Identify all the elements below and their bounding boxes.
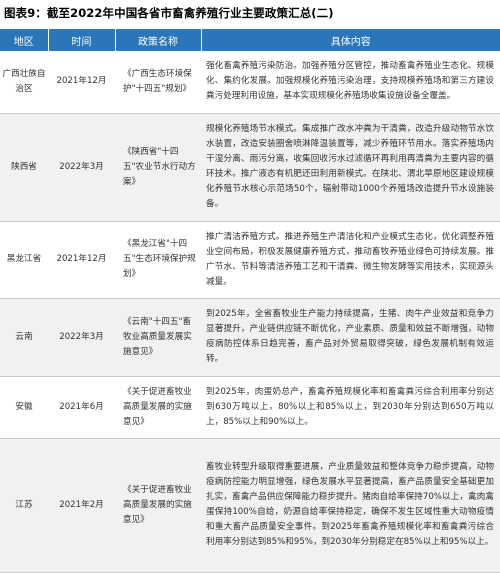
region-cell: 云南 xyxy=(0,298,48,377)
policy-cell: 《关于促进畜牧业高质量发展的实施意见》 xyxy=(115,438,201,573)
table-row: 云南 2022年3月 《云南"十四五"畜牧业高质量发展实施意见》 到2025年，… xyxy=(0,298,500,377)
policy-cell: 《陕西省"十四五"农业节水行动方案》 xyxy=(115,113,201,222)
time-cell: 2022年3月 xyxy=(48,298,115,377)
region-cell: 陕西省 xyxy=(0,113,48,222)
time-cell: 2021年12月 xyxy=(48,51,115,114)
table-row: 广西壮族自治区 2021年12月 《广西生态环境保护"十四五"规划》 强化畜禽养… xyxy=(0,51,500,114)
time-cell: 2022年3月 xyxy=(48,113,115,222)
table-header-row: 地区 时间 政策名称 具体内容 xyxy=(0,29,500,51)
policy-cell: 《云南"十四五"畜牧业高质量发展实施意见》 xyxy=(115,298,201,377)
table-row: 陕西省 2022年3月 《陕西省"十四五"农业节水行动方案》 规模化养殖场节水模… xyxy=(0,113,500,222)
region-cell: 安徽 xyxy=(0,376,48,439)
content-cell: 到2025年，肉蛋奶总产，畜禽养殖规模化率和畜禽粪污综合利用率分别达到630万吨… xyxy=(201,376,500,439)
title-bar: 图表9：截至2022年中国各省市畜禽养殖行业主要政策汇总(二) xyxy=(0,0,500,26)
time-cell: 2021年2月 xyxy=(48,438,115,573)
page-title: 图表9：截至2022年中国各省市畜禽养殖行业主要政策汇总(二) xyxy=(4,6,334,20)
time-cell: 2021年6月 xyxy=(48,376,115,439)
time-cell: 2021年12月 xyxy=(48,221,115,299)
policy-cell: 《黑龙江省"十四五"生态环境保护规划》 xyxy=(115,221,201,299)
content-cell: 规模化养殖场节水模式。集成推广改水冲粪为干清粪，改造升级动物节水饮水装置，改造安… xyxy=(201,113,500,222)
content-cell: 到2025年，全省畜牧业生产能力持续提高，生猪、肉牛产业效益和竞争力显著提升，产… xyxy=(201,298,500,377)
header-content: 具体内容 xyxy=(200,29,500,51)
policy-cell: 《广西生态环境保护"十四五"规划》 xyxy=(115,51,201,114)
header-policy: 政策名称 xyxy=(114,29,201,51)
policy-cell: 《关于促进畜牧业高质量发展的实施意见》 xyxy=(115,376,201,439)
page: 图表9：截至2022年中国各省市畜禽养殖行业主要政策汇总(二) 地区 时间 政策… xyxy=(0,0,500,573)
region-cell: 广西壮族自治区 xyxy=(0,51,48,114)
content-cell: 畜牧业转型升级取得重要进展，产业质量效益和整体竞争力稳步提高，动物疫病防控能力明… xyxy=(201,438,500,573)
header-region: 地区 xyxy=(0,29,48,51)
region-cell: 江苏 xyxy=(0,438,48,573)
policy-table: 地区 时间 政策名称 具体内容 广西壮族自治区 2021年12月 《广西生态环境… xyxy=(0,29,500,573)
header-time: 时间 xyxy=(47,29,115,51)
table-row: 黑龙江省 2021年12月 《黑龙江省"十四五"生态环境保护规划》 推广清洁养殖… xyxy=(0,221,500,299)
region-cell: 黑龙江省 xyxy=(0,221,48,299)
content-cell: 强化畜禽养殖污染防治。加强养殖分区管控，推动畜禽养殖业生态化、规模化、集约化发展… xyxy=(201,51,500,114)
table-row: 江苏 2021年2月 《关于促进畜牧业高质量发展的实施意见》 畜牧业转型升级取得… xyxy=(0,438,500,573)
table-row: 安徽 2021年6月 《关于促进畜牧业高质量发展的实施意见》 到2025年，肉蛋… xyxy=(0,376,500,439)
content-cell: 推广清洁养殖方式。推进养殖生产清洁化和产业模式生态化，优化调整养殖业空间布局，积… xyxy=(201,221,500,299)
